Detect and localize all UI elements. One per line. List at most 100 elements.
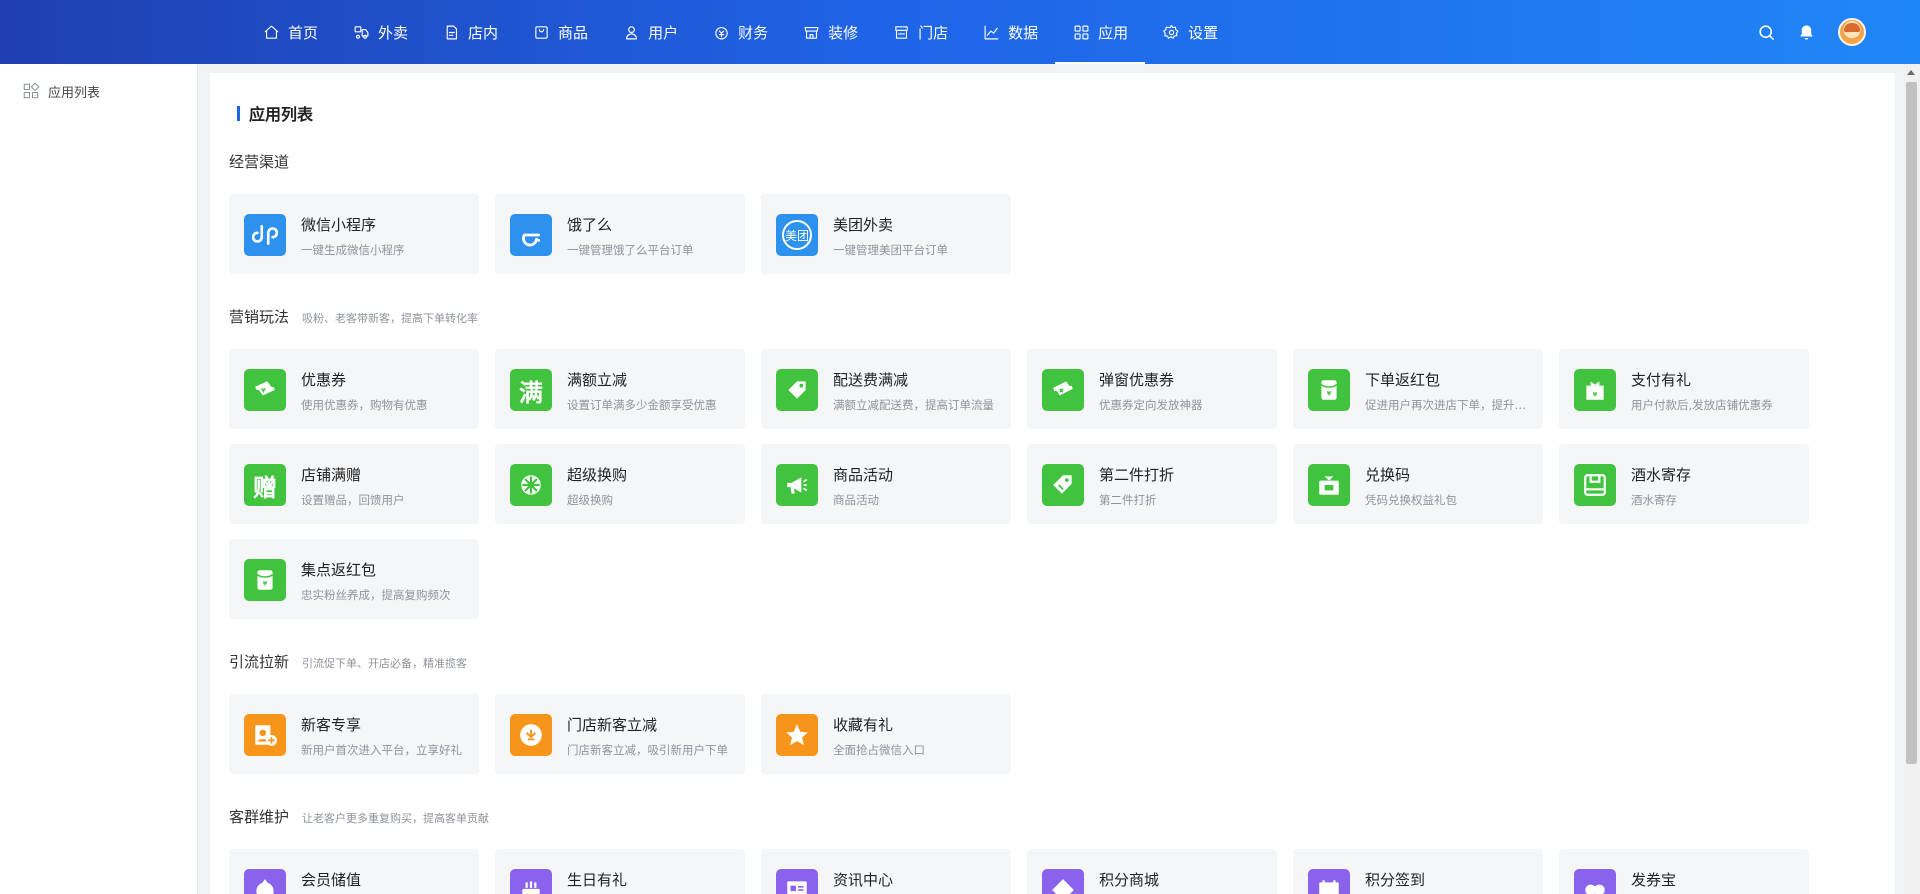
nav-item-apps[interactable]: 应用 <box>1055 0 1146 64</box>
new-customer-icon <box>244 714 286 756</box>
top-nav-bar: 首页 外卖 店内 商品 用户 财务 装修 门店 数据 应用 设置 <box>0 0 1920 64</box>
app-card-description: 设置订单满多少金额享受优惠 <box>567 398 717 412</box>
nav-item-stores[interactable]: 门店 <box>875 0 965 64</box>
new-customer-discount-icon <box>510 714 552 756</box>
app-card[interactable]: 弹窗优惠券 优惠券定向发放神器 <box>1027 349 1277 429</box>
search-icon[interactable] <box>1756 22 1776 42</box>
app-card[interactable]: 满 满额立减 设置订单满多少金额享受优惠 <box>495 349 745 429</box>
exchange-purchase-icon <box>510 464 552 506</box>
scroll-thumb[interactable] <box>1906 82 1917 764</box>
gift-icon: 赠 <box>244 464 286 506</box>
app-card-description: 用户付款后,发放店铺优惠券 <box>1631 398 1773 412</box>
popup-coupon-icon <box>1042 369 1084 411</box>
app-card[interactable]: ¥ 下单返红包 促进用户再次进店下单，提升复购 <box>1293 349 1543 429</box>
mini-program-icon <box>244 214 286 256</box>
app-card[interactable]: 新客专享 新用户首次进入平台，立享好礼 <box>229 694 479 774</box>
icon-glyph: 满 <box>519 378 543 407</box>
gear-icon <box>1162 23 1180 41</box>
icon-glyph: 赠 <box>253 473 277 502</box>
app-card[interactable]: ¥ 支付有礼 用户付款后,发放店铺优惠券 <box>1559 349 1809 429</box>
meituan-icon: 美团 <box>776 214 818 256</box>
app-card[interactable]: ¥ 集点返红包 忠实粉丝养成，提高复购频次 <box>229 539 479 619</box>
section-title: 营销玩法 <box>229 308 290 326</box>
app-card-title: 酒水寄存 <box>1631 466 1692 484</box>
app-card-title: 微信小程序 <box>301 216 377 234</box>
shop-decor-icon <box>802 23 820 41</box>
avatar[interactable] <box>1838 18 1866 46</box>
nav-item-decoration[interactable]: 装修 <box>785 0 875 64</box>
section-header: 客群维护 让老客户更多重复购买，提高客单贡献 <box>229 806 489 830</box>
app-card-title: 店铺满赠 <box>301 466 362 484</box>
nav-item-users[interactable]: 用户 <box>605 0 695 64</box>
app-card-title: 门店新客立减 <box>567 716 658 734</box>
scrollbar[interactable] <box>1903 64 1920 894</box>
app-card[interactable]: 积分商城 <box>1027 849 1277 894</box>
app-card[interactable]: 生日有礼 <box>495 849 745 894</box>
nav-item-finance[interactable]: 财务 <box>695 0 785 64</box>
app-card-description: 第二件打折 <box>1099 493 1157 507</box>
apps-grid-icon <box>1072 23 1090 41</box>
storefront-icon <box>892 23 910 41</box>
svg-text:¥: ¥ <box>261 387 266 395</box>
app-card-title: 超级换购 <box>567 466 628 484</box>
sidebar-item-label: 应用列表 <box>48 85 101 101</box>
nav-item-home[interactable]: 首页 <box>245 0 335 64</box>
nav-item-label: 店内 <box>468 23 499 42</box>
section: 经营渠道 微信小程序 一键生成微信小程序 饿了么 一键管理饿了么平台订单 美团 美团外卖 一键… <box>229 151 1011 274</box>
nav-item-goods[interactable]: 商品 <box>515 0 605 64</box>
red-packet-icon: ¥ <box>1308 369 1350 411</box>
nav-item-data[interactable]: 数据 <box>965 0 1055 64</box>
bell-icon[interactable] <box>1796 22 1816 42</box>
app-card[interactable]: 发券宝 <box>1559 849 1809 894</box>
app-card-description: 设置赠品，回馈用户 <box>301 493 405 507</box>
app-card-description: 凭码兑换权益礼包 <box>1365 493 1457 507</box>
delivery-discount-icon <box>776 369 818 411</box>
app-card[interactable]: 兑换码凭码兑换权益礼包 <box>1293 444 1543 524</box>
app-card[interactable]: 收藏有礼 全面抢占微信入口 <box>761 694 1011 774</box>
bag-icon <box>532 23 550 41</box>
nav-item-label: 门店 <box>918 23 949 42</box>
app-card[interactable]: 会员储值 <box>229 849 479 894</box>
nav-item-label: 商品 <box>558 23 589 42</box>
section-title: 客群维护 <box>229 808 290 826</box>
home-icon <box>262 23 280 41</box>
money-bag-icon <box>712 23 730 41</box>
app-card[interactable]: 第二件打折 第二件打折 <box>1027 444 1277 524</box>
app-card[interactable]: 赠 店铺满赠设置赠品，回馈用户 <box>229 444 479 524</box>
app-card[interactable]: 酒水寄存 酒水寄存 <box>1559 444 1809 524</box>
app-card-title: 积分商城 <box>1099 871 1160 889</box>
app-card-description: 商品活动 <box>833 493 879 507</box>
nav-item-settings[interactable]: 设置 <box>1145 0 1235 64</box>
nav-item-label: 财务 <box>738 23 769 42</box>
nav-item-delivery[interactable]: 外卖 <box>335 0 425 64</box>
apps-grid-icon <box>23 82 40 99</box>
svg-text:¥: ¥ <box>263 579 268 587</box>
storage-icon <box>1574 464 1616 506</box>
app-card-description: 一键管理饿了么平台订单 <box>567 243 694 257</box>
app-card[interactable]: 超级换购 超级换购 <box>495 444 745 524</box>
app-card[interactable]: ¥ 优惠券 使用优惠券，购物有优惠 <box>229 349 479 429</box>
scroll-up-arrow-icon[interactable] <box>1907 70 1915 75</box>
app-card[interactable]: 饿了么 一键管理饿了么平台订单 <box>495 194 745 274</box>
app-card[interactable]: 门店新客立减 门店新客立减，吸引新用户下单 <box>495 694 745 774</box>
coupon-send-icon <box>1574 869 1616 894</box>
member-recharge-icon <box>244 869 286 894</box>
app-card[interactable]: 资讯中心 <box>761 849 1011 894</box>
svg-text:¥: ¥ <box>1327 389 1332 397</box>
birthday-cake-icon <box>510 869 552 894</box>
star-icon <box>776 714 818 756</box>
app-card[interactable]: 微信小程序 一键生成微信小程序 <box>229 194 479 274</box>
user-icon <box>622 23 640 41</box>
app-card[interactable]: 积分签到 <box>1293 849 1543 894</box>
app-card[interactable]: 配送费满减 满额立减配送费，提高订单流量 <box>761 349 1011 429</box>
app-card[interactable]: 美团 美团外卖 一键管理美团平台订单 <box>761 194 1011 274</box>
points-mall-icon <box>1042 869 1084 894</box>
nav-item-in-store[interactable]: 店内 <box>425 0 515 64</box>
app-card-description: 新用户首次进入平台，立享好礼 <box>301 743 462 757</box>
app-card-title: 收藏有礼 <box>833 716 894 734</box>
nav-item-label: 应用 <box>1098 23 1129 42</box>
svg-text:¥: ¥ <box>1593 391 1598 399</box>
app-card-title: 兑换码 <box>1365 466 1411 484</box>
sidebar-item-app-list[interactable]: 应用列表 <box>22 80 100 102</box>
app-card[interactable]: 商品活动 商品活动 <box>761 444 1011 524</box>
